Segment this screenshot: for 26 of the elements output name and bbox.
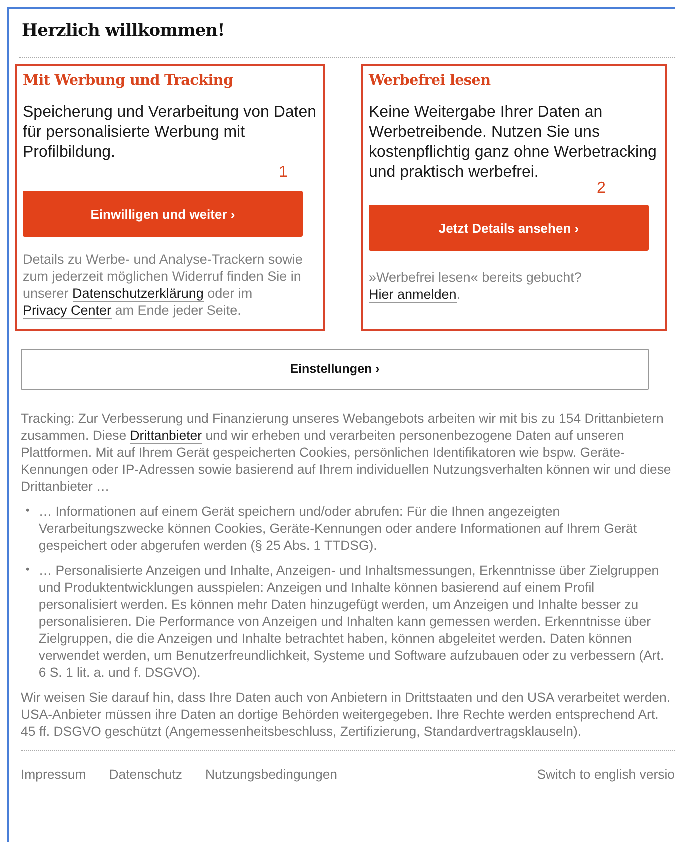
tracking-paragraph: Tracking: Zur Verbesserung und Finanzierung unseres Webangebots arbeiten wir mit bis zu 154 Drittanbietern zusammen. Diese Drittanbieter und wir erheben und verarbeiten personenbezogene Daten auf unseren Plattformen. Mit auf Ihrem Gerät gespeicherten Cookies, persönlichen Identifikatoren wie bspw. Geräte-Kennungen oder IP-Adressen sowie basierend auf Ihrem individuellen Nutzungsverhalten können wir und diese Drittanbieter …: [21, 410, 672, 494]
bullet: •: [26, 504, 30, 518]
option-description: Speicherung und Verarbeitung von Daten für personalisierte Werbung mit Profilbildung.: [23, 103, 317, 164]
text-link[interactable]: Hier anmelden: [369, 287, 457, 304]
option-button[interactable]: Jetzt Details ansehen ›: [369, 205, 649, 252]
footer-link[interactable]: Impressum: [21, 764, 86, 784]
text-link[interactable]: Datenschutzerklärung: [72, 286, 204, 302]
option-note: »Werbefrei lesen« bereits gebucht? Hier anmelden.: [369, 269, 583, 304]
text-link[interactable]: Privacy Center: [23, 303, 112, 320]
option-note: Details zu Werbe- und Analyse-Trackern sowie zum jederzeit möglichen Widerruf finden Sie in unserer Datenschutzerklärung oder im Privacy Center am Ende jeder Seite.: [23, 251, 304, 320]
settings-button[interactable]: Einstellungen ›: [21, 348, 649, 390]
notice-paragraph: Wir weisen Sie darauf hin, dass Ihre Daten auch von Anbietern in Drittstaaten und den USA verarbeitet werden. USA-Anbieter müssen ihre Daten an dortige Behörden weitergegeben. Ihre Rechte werden entsprechend Art. 45 ff. DSGVO geschützt (Angemessenheitsbeschluss, Zertifizierung, Standardvertragsklauseln).: [21, 688, 672, 740]
purpose-item: … Personalisierte Anzeigen und Inhalte, Anzeigen- und Inhaltsmessungen, Erkenntnisse über Zielgruppen und Produktentwicklungen ausspielen: Anzeigen und Inhalte können basierend auf einem Profil personalisiert werden. Es können mehr Daten hinzugefügt werden, um Anzeigen und Inhalte besser zu personalisieren. Die Performance von Anzeigen und Inhalten kann gemessen werden. Erkenntnisse über Zielgruppen, die die Anzeigen und Inhalte betrachtet haben, können abgeleitet werden. Daten können verwendet werden, um Benutzerfreundlichkeit, Systeme und Software aufzubauen oder zu verbessern (Art. 6 S. 1 lit. a. und f. DSGVO).: [38, 562, 666, 680]
option-heading: Mit Werbung und Tracking: [23, 70, 234, 90]
footer-link[interactable]: Nutzungsbedingungen: [206, 764, 338, 784]
option-button[interactable]: Einwilligen und weiter ›: [23, 191, 303, 238]
option-heading: Werbefrei lesen: [369, 70, 492, 90]
footer-link[interactable]: Datenschutz: [109, 764, 183, 784]
option-description: Keine Weitergabe Ihrer Daten an Werbetreibende. Nutzen Sie uns kostenpflichtig ganz ohne Werbetracking und praktisch werbefrei.: [369, 103, 658, 182]
annotation-number: 2: [597, 180, 606, 198]
bullet: •: [26, 562, 30, 578]
dialog-title: Herzlich willkommen!: [21, 20, 226, 43]
annotation-number: 1: [279, 164, 288, 182]
text-link[interactable]: Drittanbieter: [130, 428, 202, 444]
language-link[interactable]: Switch to english versio: [537, 764, 675, 784]
purpose-item: … Informationen auf einem Gerät speichern und/oder abrufen: Für die Ihnen angezeigten Verarbeitungszwecke können Cookies, Geräte-Kennungen oder andere Informationen auf Ihrem Gerät gespeichert oder abgerufen werden (§ 25 Abs. 1 TTDSG).: [38, 502, 638, 554]
